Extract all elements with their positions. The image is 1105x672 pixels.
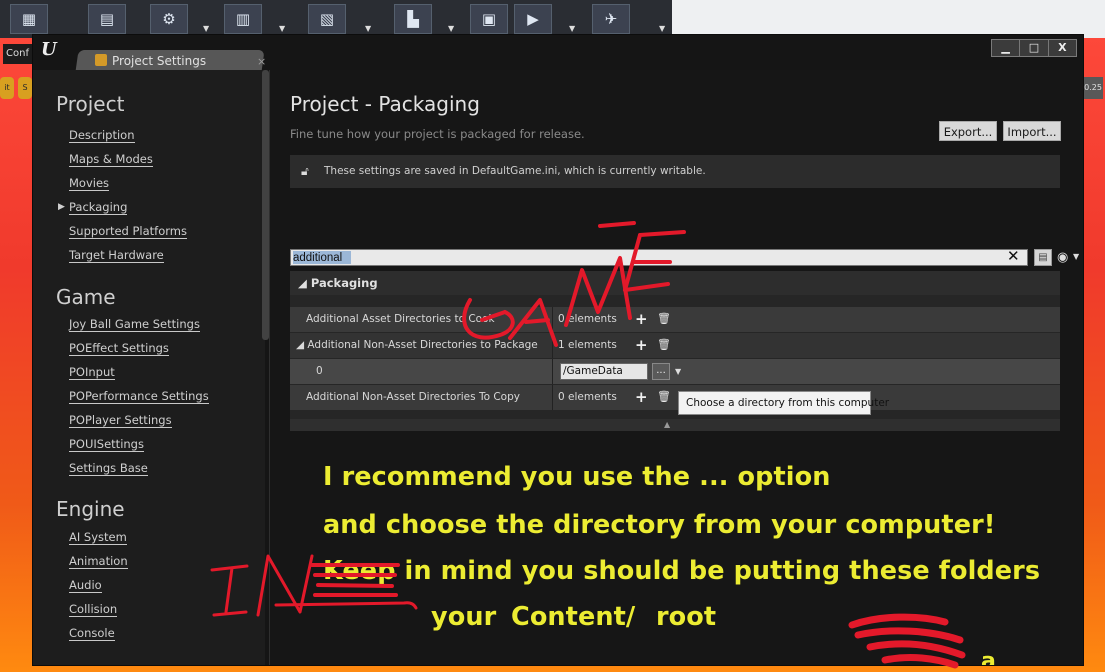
sidebar-item-settings-base[interactable]: Settings Base <box>69 461 148 476</box>
sidebar-item-poeffect-settings[interactable]: POEffect Settings <box>69 341 169 356</box>
sidebar-scrollbar[interactable] <box>262 70 269 340</box>
sidebar-item-pouisettings[interactable]: POUISettings <box>69 437 144 452</box>
property-name: Additional Asset Directories to Cook <box>306 313 495 325</box>
add-element-icon[interactable]: + <box>635 336 648 354</box>
sidebar-section-engine: Engine <box>56 497 125 521</box>
annotation-line-1: I recommend you use the ... option <box>323 462 831 492</box>
chevron-down-icon[interactable]: ▼ <box>1073 252 1079 261</box>
category-header-packaging[interactable]: ◢ Packaging <box>290 271 1060 295</box>
annotation-root-word: root <box>656 602 717 632</box>
annotation-line-2: and choose the directory from your compu… <box>323 510 996 540</box>
window-titlebar[interactable]: U Project Settings × ▁ □ X <box>33 35 1083 72</box>
sidebar-item-description[interactable]: Description <box>69 128 135 143</box>
annotation-line-3: Keep in mind you should be putting these… <box>323 556 1041 586</box>
category-label: ◢ Packaging <box>298 276 378 290</box>
project-settings-window: U Project Settings × ▁ □ X Project Descr… <box>33 35 1083 665</box>
settings-icon[interactable]: ⚙ <box>150 4 188 34</box>
settings-tab-icon <box>95 54 107 66</box>
property-name: Additional Non-Asset Directories To Copy <box>306 391 520 403</box>
property-array-element-row: 0 /GameData ... ▼ <box>290 359 1060 384</box>
sidebar-item-collision[interactable]: Collision <box>69 602 118 617</box>
export-button[interactable]: Export... <box>939 121 997 141</box>
tab-label: Project Settings <box>112 54 207 68</box>
sidebar-item-poplayer-settings[interactable]: POPlayer Settings <box>69 413 172 428</box>
sidebar-section-game: Game <box>56 285 116 309</box>
sidebar-item-animation[interactable]: Animation <box>69 554 128 569</box>
content-icon[interactable]: ▦ <box>10 4 48 34</box>
search-input[interactable] <box>291 250 985 265</box>
sidebar-item-audio[interactable]: Audio <box>69 578 102 593</box>
close-button[interactable]: X <box>1047 40 1076 56</box>
search-box[interactable]: ✕ <box>290 247 1028 266</box>
unlocked-icon: 🔓︎ <box>301 164 309 178</box>
property-value: 1 elements <box>558 339 617 351</box>
page-title: Project - Packaging <box>290 92 480 116</box>
add-element-icon[interactable]: + <box>635 388 648 406</box>
cinematics-icon[interactable]: ▧ <box>308 4 346 34</box>
visibility-eye-icon[interactable]: ◉ <box>1057 250 1068 265</box>
settings-main-panel: Project - Packaging Fine tune how your p… <box>270 70 1083 665</box>
browse-directory-button[interactable]: ... <box>652 363 670 380</box>
property-name[interactable]: ◢ Additional Non-Asset Directories to Pa… <box>296 339 538 351</box>
background-value-chip: 0.25 <box>1083 77 1103 99</box>
settings-sidebar: Project Description Maps & Modes Movies … <box>33 70 265 665</box>
blueprints-icon[interactable]: ▥ <box>224 4 262 34</box>
window-controls: ▁ □ X <box>991 39 1077 57</box>
property-value: 0 elements <box>558 313 617 325</box>
background-chip: it <box>0 77 14 99</box>
annotation-content-word: Content/ <box>511 602 636 632</box>
background-chip: S <box>18 77 32 99</box>
property-row: Additional Asset Directories to Cook 0 e… <box>290 307 1060 332</box>
chevron-down-icon[interactable]: ▼ <box>675 367 681 376</box>
sidebar-item-ai-system[interactable]: AI System <box>69 530 127 545</box>
sidebar-item-joy-ball-game-settings[interactable]: Joy Ball Game Settings <box>69 317 200 332</box>
maximize-button[interactable]: □ <box>1019 40 1047 56</box>
active-item-caret-icon: ▶ <box>58 202 65 212</box>
view-options-grid-icon[interactable]: ▤ <box>1034 249 1052 266</box>
sidebar-item-poinput[interactable]: POInput <box>69 365 115 380</box>
property-row: ◢ Additional Non-Asset Directories to Pa… <box>290 333 1060 358</box>
minimize-button[interactable]: ▁ <box>992 40 1019 56</box>
annotation-line-4-your: your <box>431 602 497 632</box>
chevron-up-icon: ▲ <box>664 420 671 429</box>
sidebar-item-packaging[interactable]: Packaging <box>69 200 128 215</box>
marketplace-icon[interactable]: ▤ <box>88 4 126 34</box>
page-subtitle: Fine tune how your project is packaged f… <box>290 127 585 141</box>
editor-toolbar: ▦ ▤ ⚙ ▼ ▥ ▼ ▧ ▼ ▙ ▼ ▣ ▶ ▼ ✈ ▼ <box>0 0 1105 38</box>
config-notice: 🔓︎ These settings are saved in DefaultGa… <box>290 155 1060 188</box>
property-row: Additional Non-Asset Directories To Copy… <box>290 385 1060 410</box>
property-list: Additional Asset Directories to Cook 0 e… <box>290 295 1060 431</box>
content-browser-label: Conf <box>3 44 37 64</box>
unreal-logo-icon: U <box>41 39 57 60</box>
sidebar-item-maps-modes[interactable]: Maps & Modes <box>69 152 153 167</box>
sidebar-item-poperformance-settings[interactable]: POPerformance Settings <box>69 389 209 404</box>
play-icon[interactable]: ▶ <box>514 4 552 34</box>
trash-icon[interactable]: 🗑︎ <box>657 338 671 351</box>
build-icon[interactable]: ▙ <box>394 4 432 34</box>
browse-tooltip: Choose a directory from this computer <box>678 391 889 415</box>
import-button[interactable]: Import... <box>1003 121 1061 141</box>
trash-icon[interactable]: 🗑︎ <box>657 312 671 325</box>
toolbar-empty-area <box>672 0 1105 38</box>
launch-icon[interactable]: ✈ <box>592 4 630 34</box>
trash-icon[interactable]: 🗑︎ <box>657 390 671 403</box>
sidebar-item-supported-platforms[interactable]: Supported Platforms <box>69 224 187 239</box>
panel-resize-grip[interactable]: ▲ <box>290 419 1060 431</box>
array-index: 0 <box>316 365 323 377</box>
directory-path-field[interactable]: /GameData <box>560 363 648 380</box>
notice-text: These settings are saved in DefaultGame.… <box>324 165 706 177</box>
property-value: 0 elements <box>558 391 617 403</box>
compile-icon[interactable]: ▣ <box>470 4 508 34</box>
sidebar-item-movies[interactable]: Movies <box>69 176 110 191</box>
add-element-icon[interactable]: + <box>635 310 648 328</box>
sidebar-item-console[interactable]: Console <box>69 626 115 641</box>
tab-close-icon[interactable]: × <box>257 55 266 68</box>
sidebar-section-project: Project <box>56 92 125 116</box>
annotation-signature: a <box>981 649 996 665</box>
clear-search-icon[interactable]: ✕ <box>1007 247 1020 265</box>
sidebar-item-target-hardware[interactable]: Target Hardware <box>69 248 164 263</box>
